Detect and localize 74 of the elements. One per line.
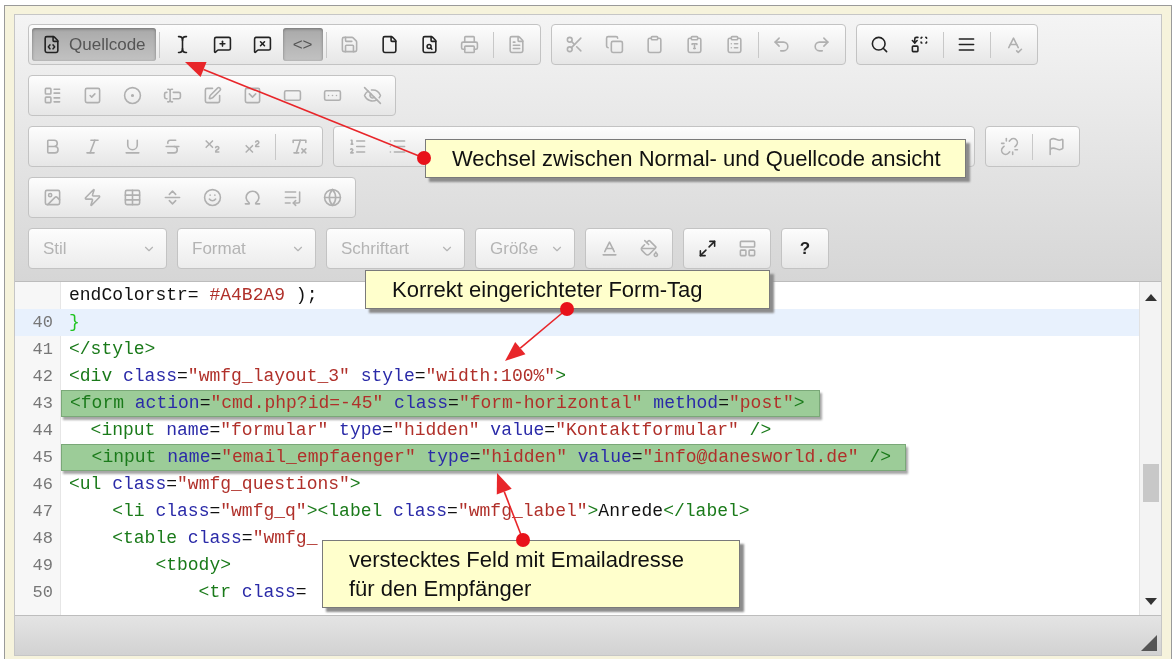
callout-note: verstecktes Feld mit Emailadresse für den Empfänger xyxy=(322,540,740,608)
toolbar-button[interactable]: <> xyxy=(282,28,323,61)
image-icon xyxy=(42,188,62,207)
code-line: endColorstr= #A4B2A9 ); xyxy=(68,284,318,307)
dropdown-icon xyxy=(242,86,262,105)
scrollbar[interactable] xyxy=(1139,282,1161,615)
line-number: 49 xyxy=(32,556,53,575)
textarea-icon xyxy=(202,86,222,105)
comment-add-icon xyxy=(213,35,233,54)
toolbar-button[interactable]: ? xyxy=(785,232,825,265)
subscript-icon xyxy=(202,137,222,156)
line-number: 48 xyxy=(32,529,53,548)
replace-icon xyxy=(910,35,930,54)
code-line: } xyxy=(68,311,80,334)
line-number: 45 xyxy=(32,448,53,467)
text-field-icon xyxy=(162,86,182,105)
save-icon xyxy=(340,35,360,54)
remove-format-icon xyxy=(289,137,309,156)
code-line: <tbody> xyxy=(154,554,232,577)
table-icon xyxy=(122,188,142,207)
copy-icon xyxy=(605,35,625,54)
page-break-icon xyxy=(282,188,302,207)
clipboard-list-icon xyxy=(725,35,745,54)
search-icon xyxy=(870,35,890,54)
print-icon xyxy=(460,35,480,54)
code-line: <div class="wmfg_layout_3" style="width:100%"> xyxy=(68,365,566,388)
toolbar-button[interactable]: Quellcode xyxy=(32,28,156,61)
undo-icon xyxy=(772,35,792,54)
hidden-field-icon xyxy=(362,86,382,105)
code-line: <table class="wmfg_ xyxy=(111,527,318,550)
code-line: <tr class= xyxy=(197,581,307,604)
lines-icon xyxy=(957,35,977,54)
clipboard-text-icon xyxy=(685,35,705,54)
horizontal-rule-icon xyxy=(162,188,182,207)
bullet-list-icon xyxy=(387,137,407,156)
form-icon xyxy=(42,86,62,105)
superscript-icon xyxy=(242,137,262,156)
preview-icon xyxy=(420,35,440,54)
omega-icon xyxy=(242,188,262,207)
line-number: 44 xyxy=(32,421,53,440)
show-blocks-icon xyxy=(737,239,757,258)
callout-note: Wechsel zwischen Normal- und Quellcode ansicht xyxy=(425,139,966,178)
line-number: 46 xyxy=(32,475,53,494)
document-icon xyxy=(507,35,527,54)
strikethrough-icon xyxy=(162,137,182,156)
pointer-arrow xyxy=(505,302,574,361)
numbered-list-icon xyxy=(347,137,367,156)
clipboard-icon xyxy=(645,35,665,54)
flag-icon xyxy=(1046,137,1066,156)
unlink-icon xyxy=(999,137,1019,156)
underline-icon xyxy=(122,137,142,156)
maximize-icon xyxy=(697,239,717,258)
comment-remove-icon xyxy=(253,35,273,54)
code-line: <input name="formular" type="hidden" value="Kontaktformular" /> xyxy=(89,419,772,442)
line-number: 41 xyxy=(32,340,53,359)
radio-icon xyxy=(122,86,142,105)
code-line: <ul class="wmfg_questions"> xyxy=(68,473,361,496)
background-color-icon xyxy=(639,239,659,258)
smiley-icon xyxy=(202,188,222,207)
line-number: 47 xyxy=(32,502,53,521)
resize-grip-icon[interactable] xyxy=(1141,635,1157,651)
flash-icon xyxy=(82,188,102,207)
scissors-icon xyxy=(565,35,585,54)
callout-note: Korrekt eingerichteter Form-Tag xyxy=(365,270,770,309)
text-color-icon xyxy=(599,239,619,258)
line-number: 40 xyxy=(32,313,53,332)
globe-icon xyxy=(322,188,342,207)
line-number: 43 xyxy=(32,394,53,413)
code-line: </style> xyxy=(68,338,156,361)
line-number: 50 xyxy=(32,583,53,602)
checkbox-icon xyxy=(82,86,102,105)
line-number: 42 xyxy=(32,367,53,386)
blank-page-icon xyxy=(380,35,400,54)
source-icon xyxy=(42,35,61,54)
